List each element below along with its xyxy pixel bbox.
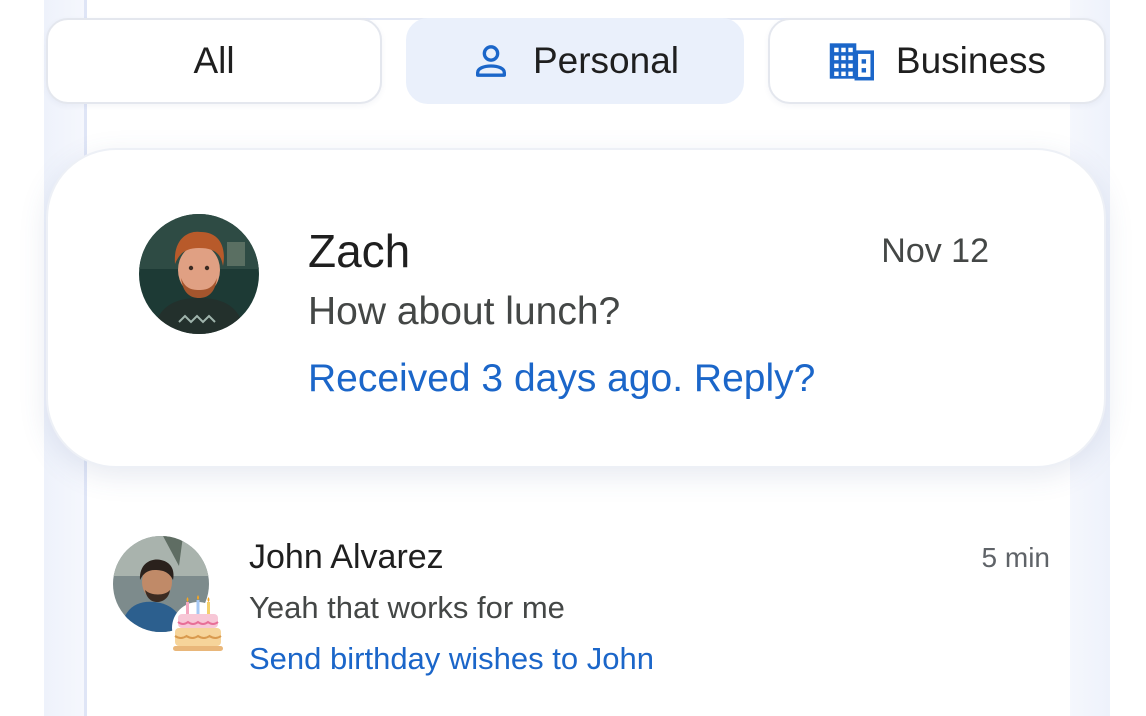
message-time: 5 min	[981, 542, 1050, 573]
birthday-suggestion-link[interactable]: Send birthday wishes to John	[249, 641, 654, 677]
messages-screen: All Personal Business Zach Nov 12 How ab…	[0, 0, 1146, 716]
message-preview: Yeah that works for me	[249, 590, 565, 625]
person-icon	[471, 41, 511, 81]
birthday-cake-icon	[171, 594, 225, 656]
filter-chip-all-label: All	[193, 40, 235, 81]
sender-name: John Alvarez	[249, 538, 444, 576]
conversation-row[interactable]: John Alvarez 5 min Yeah that works for m…	[87, 520, 1070, 700]
highlighted-conversation-card[interactable]: Zach Nov 12 How about lunch? Received 3 …	[46, 148, 1106, 468]
filter-chip-business-label: Business	[895, 40, 1047, 81]
reply-nudge: Received 3 days ago. Reply?	[308, 357, 816, 400]
message-preview: How about lunch?	[308, 290, 621, 333]
message-date: Nov 12	[881, 232, 989, 270]
building-icon	[828, 41, 874, 81]
filter-chip-all[interactable]: All	[46, 18, 382, 104]
filter-chip-business[interactable]: Business	[768, 18, 1106, 104]
filter-chip-personal-label: Personal	[532, 40, 680, 81]
filter-chip-personal[interactable]: Personal	[406, 18, 744, 104]
top-bar	[87, 0, 1070, 20]
sender-name: Zach	[308, 225, 411, 277]
filter-chip-group: All Personal Business	[46, 18, 1106, 106]
avatar	[139, 214, 259, 334]
